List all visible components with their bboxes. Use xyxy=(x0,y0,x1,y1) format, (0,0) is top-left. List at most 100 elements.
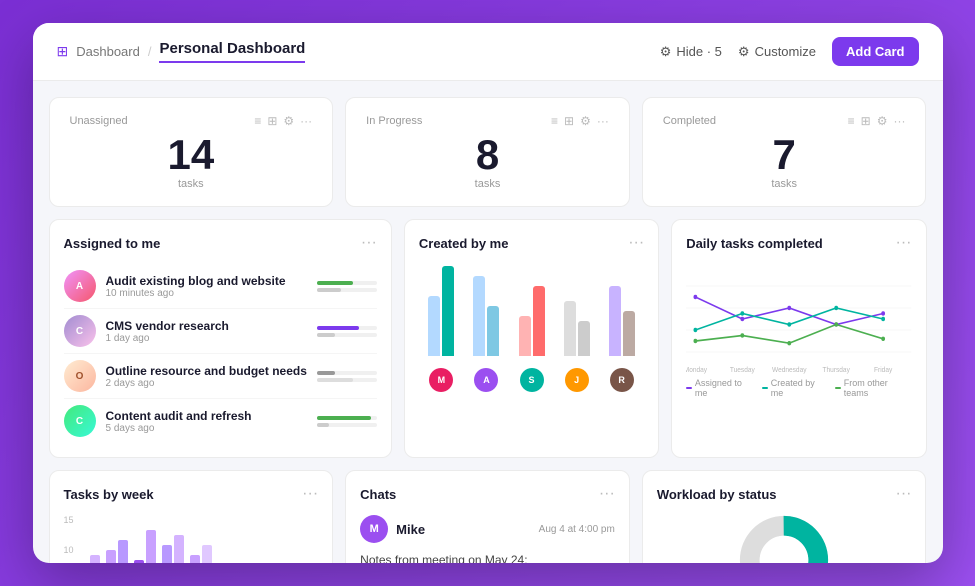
line-chart: Monday Tuesday Wednesday Thursday Friday xyxy=(686,264,911,374)
settings-icon[interactable]: ⚙ xyxy=(283,114,294,128)
avatar: C xyxy=(64,405,96,437)
week-bar-group xyxy=(190,545,212,563)
app-window: ⊞ Dashboard / Personal Dashboard ⚙ Hide … xyxy=(33,23,943,563)
donut-svg xyxy=(724,515,844,563)
legend-assigned: Assigned to me xyxy=(686,378,754,398)
svg-text:Friday: Friday xyxy=(874,365,893,374)
filter-icon[interactable]: ≡ xyxy=(848,114,855,128)
stat-completed-label: Completed xyxy=(663,115,716,127)
stat-in-progress-unit: tasks xyxy=(366,178,609,190)
daily-menu[interactable]: ··· xyxy=(896,234,912,252)
chats-menu[interactable]: ··· xyxy=(599,485,615,503)
customize-label: Customize xyxy=(755,44,816,59)
expand-icon[interactable]: ⊞ xyxy=(564,114,574,128)
week-bar-group xyxy=(134,530,156,563)
main-content: Unassigned ≡ ⊞ ⚙ ··· 14 tasks In Progres… xyxy=(33,81,943,563)
task-time: 2 days ago xyxy=(106,378,307,389)
legend-dot xyxy=(762,387,768,389)
hide-button[interactable]: ⚙ Hide · 5 xyxy=(660,44,722,60)
avatar: O xyxy=(64,360,96,392)
assigned-to-me-card: Assigned to me ··· A Audit existing blog… xyxy=(49,219,392,458)
breadcrumb-dashboard[interactable]: Dashboard xyxy=(76,44,140,59)
customize-button[interactable]: ⚙ Customize xyxy=(738,44,816,60)
chats-card: Chats ··· M Mike Aug 4 at 4:00 pm Notes … xyxy=(345,470,630,563)
chats-title: Chats xyxy=(360,487,396,502)
task-item[interactable]: O Outline resource and budget needs 2 da… xyxy=(64,354,377,399)
expand-icon[interactable]: ⊞ xyxy=(861,114,871,128)
week-bar xyxy=(162,545,172,563)
settings-icon: ⚙ xyxy=(738,44,750,60)
stat-in-progress: In Progress ≡ ⊞ ⚙ ··· 8 tasks xyxy=(345,97,630,207)
stat-completed-unit: tasks xyxy=(663,178,906,190)
progress-bar-2 xyxy=(317,378,377,382)
more-icon[interactable]: ··· xyxy=(300,114,312,128)
settings-icon[interactable]: ⚙ xyxy=(580,114,591,128)
bar-group xyxy=(564,301,590,356)
legend-other: From other teams xyxy=(835,378,911,398)
week-chart xyxy=(78,515,319,563)
week-bar-group xyxy=(106,540,128,563)
task-item[interactable]: C Content audit and refresh 5 days ago xyxy=(64,399,377,443)
filter-icon[interactable]: ≡ xyxy=(551,114,558,128)
week-bar xyxy=(118,540,128,563)
stat-in-progress-label: In Progress xyxy=(366,115,422,127)
expand-icon[interactable]: ⊞ xyxy=(267,114,277,128)
progress-bar-1 xyxy=(317,281,377,285)
y-axis-labels: 15 10 5 xyxy=(64,515,74,563)
created-title: Created by me xyxy=(419,236,509,251)
week-bar-group xyxy=(78,555,100,563)
created-menu[interactable]: ··· xyxy=(628,234,644,252)
add-card-button[interactable]: Add Card xyxy=(832,37,919,66)
y-label: 10 xyxy=(64,545,74,555)
week-bar-group xyxy=(162,535,184,563)
settings-icon[interactable]: ⚙ xyxy=(877,114,888,128)
progress-bar-2 xyxy=(317,288,377,292)
stat-unassigned-label: Unassigned xyxy=(70,115,128,127)
week-bar xyxy=(134,560,144,563)
week-title: Tasks by week xyxy=(64,487,154,502)
breadcrumb: ⊞ Dashboard / Personal Dashboard xyxy=(57,40,306,63)
legend-label: Assigned to me xyxy=(695,378,754,398)
bar-group xyxy=(428,266,454,356)
task-name: Content audit and refresh xyxy=(106,409,307,423)
filter-icon[interactable]: ≡ xyxy=(254,114,261,128)
stat-completed: Completed ≡ ⊞ ⚙ ··· 7 tasks xyxy=(642,97,927,207)
chat-line-1: Notes from meeting on May 24: xyxy=(360,551,615,563)
header-actions: ⚙ Hide · 5 ⚙ Customize Add Card xyxy=(660,37,919,66)
workload-menu[interactable]: ··· xyxy=(896,485,912,503)
chat-message: M Mike Aug 4 at 4:00 pm Notes from meeti… xyxy=(360,515,615,563)
bar-group xyxy=(609,286,635,356)
week-bar xyxy=(146,530,156,563)
week-bar xyxy=(106,550,116,563)
stats-row: Unassigned ≡ ⊞ ⚙ ··· 14 tasks In Progres… xyxy=(49,97,927,207)
donut-chart: DONE NOT STARTED xyxy=(657,515,912,563)
daily-title: Daily tasks completed xyxy=(686,236,823,251)
week-bar xyxy=(190,555,200,563)
filter-icon: ⚙ xyxy=(660,44,672,60)
task-item[interactable]: C CMS vendor research 1 day ago xyxy=(64,309,377,354)
bottom-row: Tasks by week ··· 15 10 5 xyxy=(49,470,927,563)
task-item[interactable]: A Audit existing blog and website 10 min… xyxy=(64,264,377,309)
header: ⊞ Dashboard / Personal Dashboard ⚙ Hide … xyxy=(33,23,943,81)
week-bar xyxy=(202,545,212,563)
assigned-menu[interactable]: ··· xyxy=(361,234,377,252)
week-menu[interactable]: ··· xyxy=(302,485,318,503)
task-name: CMS vendor research xyxy=(106,319,307,333)
legend-dot xyxy=(686,387,692,389)
chart-avatar: S xyxy=(520,368,544,392)
more-icon[interactable]: ··· xyxy=(597,114,609,128)
more-icon[interactable]: ··· xyxy=(893,114,905,128)
dashboard-icon: ⊞ xyxy=(57,43,69,60)
task-time: 1 day ago xyxy=(106,333,307,344)
task-name: Outline resource and budget needs xyxy=(106,364,307,378)
stat-unassigned-unit: tasks xyxy=(70,178,313,190)
chat-user: Mike xyxy=(396,522,425,537)
bar-group xyxy=(519,286,545,356)
created-by-me-card: Created by me ··· xyxy=(404,219,659,458)
chart-avatar: R xyxy=(610,368,634,392)
assigned-title: Assigned to me xyxy=(64,236,161,251)
svg-text:Wednesday: Wednesday xyxy=(772,365,807,374)
middle-row: Assigned to me ··· A Audit existing blog… xyxy=(49,219,927,458)
week-bar xyxy=(90,555,100,563)
chart-avatars: M A S J R xyxy=(419,368,644,392)
